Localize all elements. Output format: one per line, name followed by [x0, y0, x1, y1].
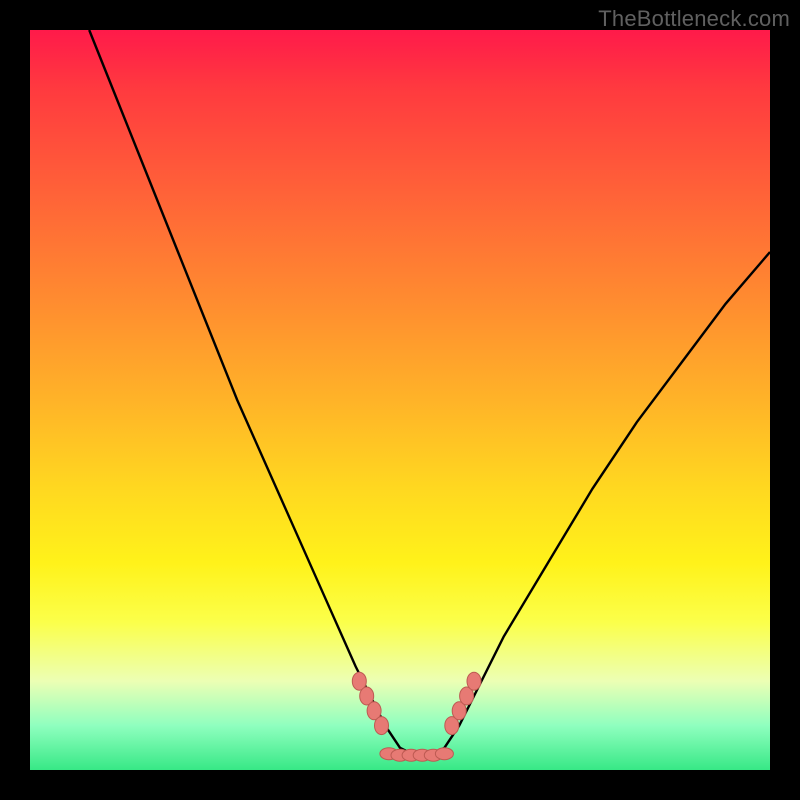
watermark-text: TheBottleneck.com [598, 6, 790, 32]
marker-dot [467, 672, 481, 690]
marker-dot [435, 748, 453, 760]
gradient-plot-area [30, 30, 770, 770]
outer-frame: TheBottleneck.com [0, 0, 800, 800]
trough-markers [380, 748, 454, 762]
left-cluster-markers [352, 672, 388, 734]
curve-layer [30, 30, 770, 770]
bottleneck-curve [89, 30, 770, 755]
right-cluster-markers [445, 672, 481, 734]
marker-dot [375, 717, 389, 735]
